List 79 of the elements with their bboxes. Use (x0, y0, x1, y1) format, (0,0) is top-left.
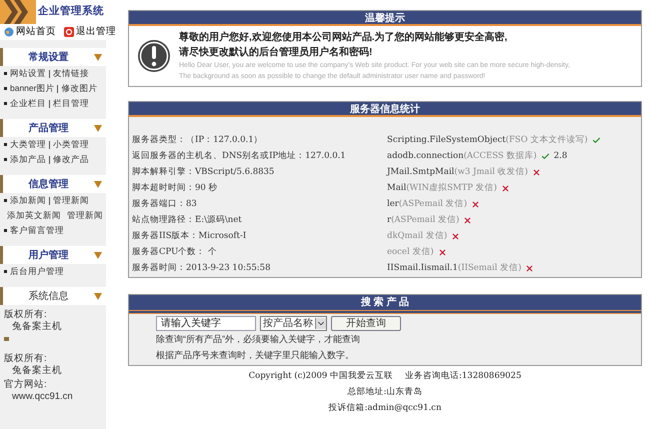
menu-link[interactable]: 管理新闻 (67, 209, 103, 222)
section-header[interactable]: 信息管理 (0, 175, 106, 193)
bullet-icon (4, 87, 7, 90)
notice-text: 请尽快更改默认的后台管理员用户名和密码! (179, 45, 374, 60)
component-status: JMail.SmtpMail(w3 Jmail 收发信) (387, 166, 528, 178)
panel-header: 服务器信息统计 (129, 102, 641, 117)
triangle-icon (94, 54, 102, 60)
info-text: 兔备案主机 (11, 321, 63, 333)
section-header[interactable]: 用户管理 (0, 246, 106, 264)
server-info: 服务器IIS版本：Microsoft-I (132, 230, 248, 243)
menu-link[interactable]: 修改图片 (61, 82, 98, 95)
bullet-icon (4, 72, 7, 75)
info-text: 兔备案主机 (11, 365, 63, 377)
component-status: ler(ASPemail 发信) (387, 198, 468, 210)
search-type-select[interactable]: 按产品名称 (260, 316, 327, 331)
menu-link[interactable]: 添加英文新闻 (7, 209, 61, 222)
server-info: 服务器端口：83 (132, 198, 198, 211)
menu-link[interactable]: banner图片 (10, 82, 54, 95)
menu-link[interactable]: 管理新闻 (53, 194, 89, 207)
info-text: www.qcc91.cn (11, 391, 74, 403)
bullet-icon (4, 143, 7, 146)
server-info: 服务器CPU个数： 个 (132, 246, 218, 259)
server-info: 服务器类型：（IP：127.0.0.1） (132, 134, 264, 147)
section-header[interactable]: 系统信息 (0, 287, 106, 305)
phone-text: 业务咨询电话:13280869025 (405, 370, 522, 382)
bullet-icon (4, 270, 7, 273)
triangle-icon (94, 180, 102, 188)
menu-link[interactable]: 修改产品 (53, 153, 89, 166)
logo-title: 企业管理系统 (38, 4, 104, 20)
panel-header: 搜 索 产 品 (129, 295, 641, 314)
hint-text: 根据产品序号来查询时，关键字里只能输入数字。 (156, 349, 355, 362)
email-text: 投诉信箱:admin@qcc91.cn (328, 402, 442, 415)
logo-icon (0, 0, 36, 24)
server-info: 站点物理路径：E:\源码\net (132, 214, 243, 227)
server-info: 脚本解释引擎：VBScript/5.6.8835 (132, 166, 276, 179)
component-status: adodb.connection(ACCESS 数据库) (387, 150, 537, 162)
warning-icon (137, 39, 171, 73)
menu-link[interactable]: 客户留言管理 (10, 224, 64, 237)
info-text: 官方网站: (4, 379, 48, 391)
top-link[interactable]: 退出管理 (76, 24, 116, 40)
copyright-text: Copyright (c)2009 中国我爱云互联 (248, 370, 394, 382)
info-text: 版权所有: (4, 309, 48, 321)
menu-link[interactable]: 企业栏目 (10, 97, 46, 110)
address-text: 总部地址:山东青岛 (348, 386, 422, 399)
triangle-icon (94, 252, 102, 258)
dropdown-icon (315, 318, 326, 329)
server-info: 返回服务器的主机名、DNS别名或IP地址：127.0.0.1 (132, 150, 347, 163)
notice-text: 尊敬的用户您好,欢迎您使用本公司网站产品.为了您的网站能够更安全高密, (179, 30, 508, 45)
triangle-icon (94, 124, 102, 132)
menu-link[interactable]: 大类管理 (10, 138, 46, 151)
keyword-field[interactable]: 请输入关键字 (156, 316, 256, 331)
component-status: eocel 发信) (387, 246, 434, 258)
bullet-icon (4, 102, 7, 105)
panel-header: 温馨提示 (129, 11, 641, 26)
server-info: 服务器时间：2013-9-23 10:55:58 (132, 262, 272, 275)
menu-link[interactable]: 添加新闻 (10, 194, 46, 207)
component-status: IISmail.Iismail.1(IISemail 发信) (387, 262, 522, 274)
bullet-icon (4, 158, 7, 161)
section-header[interactable]: 产品管理 (0, 119, 106, 137)
component-status: r(ASPemail 发信) (387, 214, 460, 226)
server-info: 脚本超时时间：90 秒 (132, 182, 219, 195)
search-button[interactable]: 开始查询 (331, 316, 401, 331)
menu-link[interactable]: 后台用户管理 (10, 265, 64, 278)
component-status: Scripting.FileSystemObject(FSO 文本文件读写) (387, 134, 588, 146)
menu-link[interactable]: 小类管理 (53, 138, 89, 151)
menu-link[interactable]: 网站设置 (10, 67, 46, 80)
version-text: 2.8 (554, 150, 568, 162)
menu-link[interactable]: 友情链接 (53, 67, 89, 80)
top-link[interactable]: 网站首页 (16, 24, 56, 40)
triangle-icon (94, 292, 102, 300)
bullet-icon (4, 199, 7, 202)
section-header[interactable]: 常规设置 (0, 48, 106, 66)
hint-text: 除查询“所有产品”外，必须要输入关键字，才能查询 (156, 333, 361, 346)
component-status: Mail(WIN虚拟SMTP 发信) (387, 182, 497, 194)
component-status: dkQmail 发信) (387, 230, 448, 242)
bullet-icon (4, 229, 7, 232)
menu-link[interactable]: 添加产品 (10, 153, 46, 166)
info-text: 版权所有: (4, 353, 48, 365)
menu-link[interactable]: 栏目管理 (53, 97, 89, 110)
